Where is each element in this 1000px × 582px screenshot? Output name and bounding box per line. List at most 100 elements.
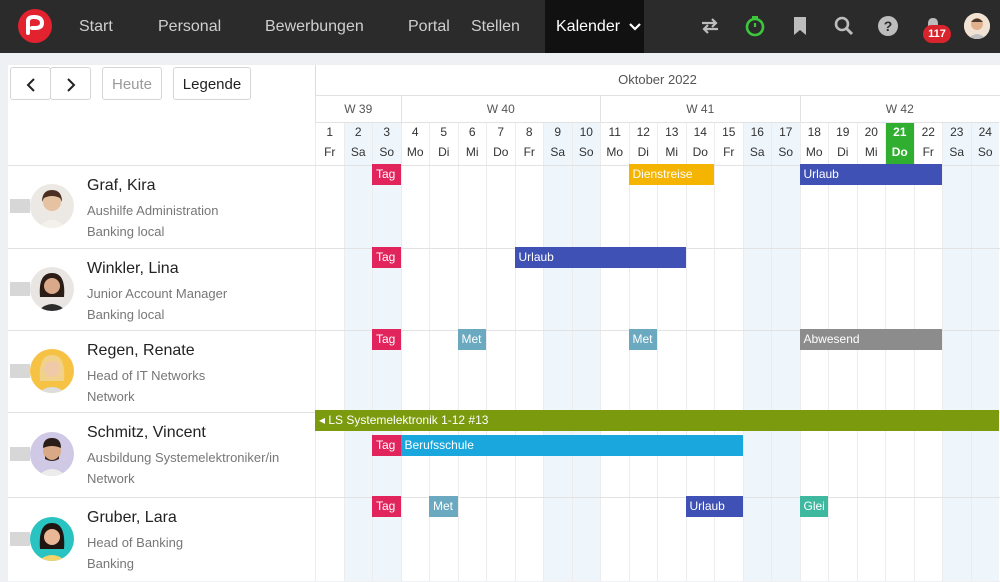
day-name: Fr bbox=[922, 145, 934, 159]
day-column[interactable]: 21 Do bbox=[885, 123, 914, 581]
calendar-event[interactable]: Glei bbox=[799, 496, 828, 517]
nav-kalender[interactable]: Kalender bbox=[545, 0, 644, 53]
day-column[interactable]: 17 So bbox=[771, 123, 800, 581]
employee-row[interactable]: Schmitz, Vincent Ausbildung Systemelektr… bbox=[8, 412, 315, 498]
calendar-event[interactable]: Berufsschule bbox=[400, 435, 743, 456]
day-column[interactable]: 24 So bbox=[970, 123, 999, 581]
day-column[interactable]: 1 Fr bbox=[315, 123, 344, 581]
today-button[interactable]: Heute bbox=[102, 67, 162, 100]
day-number: 11 bbox=[608, 125, 621, 139]
day-name: Fr bbox=[324, 145, 336, 159]
row-separator bbox=[315, 497, 1000, 498]
stopwatch-icon[interactable] bbox=[744, 15, 766, 37]
legend-button[interactable]: Legende bbox=[173, 67, 251, 100]
day-number: 16 bbox=[750, 125, 764, 139]
day-number: 18 bbox=[807, 125, 821, 139]
user-avatar[interactable] bbox=[964, 13, 990, 39]
calendar-event[interactable]: Met bbox=[628, 329, 657, 350]
employee-avatar bbox=[30, 184, 74, 228]
calendar-grid: Oktober 2022 W 39 W 40 W 41 W 42 1 Fr 2 Sa 3 So 4 M… bbox=[315, 65, 1000, 581]
day-column[interactable]: 16 Sa bbox=[742, 123, 771, 581]
employee-row[interactable]: Regen, Renate Head of IT Networks Networ… bbox=[8, 330, 315, 413]
employee-name: Gruber, Lara bbox=[87, 509, 177, 526]
row-handle[interactable] bbox=[10, 282, 30, 296]
employee-location: Banking bbox=[87, 556, 134, 571]
calendar-event[interactable]: Tag bbox=[372, 496, 401, 517]
app-logo[interactable] bbox=[18, 9, 52, 43]
day-name: Fr bbox=[723, 145, 735, 159]
day-name: Fr bbox=[523, 145, 535, 159]
calendar-event[interactable]: ◂ LS Systemelektronik 1-12 #13 bbox=[315, 410, 999, 431]
day-column[interactable]: 22 Fr bbox=[913, 123, 943, 581]
day-name: Sa bbox=[749, 145, 765, 159]
calendar-event[interactable]: Met bbox=[457, 329, 486, 350]
day-column[interactable]: 12 Di bbox=[628, 123, 658, 581]
search-icon[interactable] bbox=[833, 15, 855, 37]
nav-kalender-label: Kalender bbox=[556, 18, 621, 35]
day-number: 15 bbox=[722, 125, 736, 139]
calendar-event[interactable]: Abwesend bbox=[799, 329, 942, 350]
row-handle[interactable] bbox=[10, 199, 30, 213]
day-name: Sa bbox=[550, 145, 566, 159]
day-number: 2 bbox=[354, 125, 362, 139]
day-column[interactable]: 10 So bbox=[571, 123, 600, 581]
bookmark-icon[interactable] bbox=[789, 15, 811, 37]
employee-row[interactable]: Winkler, Lina Junior Account Manager Ban… bbox=[8, 248, 315, 331]
day-column[interactable]: 23 Sa bbox=[942, 123, 971, 581]
week-label: W 42 bbox=[799, 95, 999, 123]
day-column[interactable]: 9 Sa bbox=[543, 123, 572, 581]
calendar-event[interactable]: Tag bbox=[372, 329, 401, 350]
day-number: 4 bbox=[411, 125, 419, 139]
employee-location: Network bbox=[87, 471, 135, 486]
employee-list: Heute Legende Graf, Kira Aushilfe Admini… bbox=[8, 65, 316, 581]
week-label: W 41 bbox=[600, 95, 800, 123]
prev-button[interactable] bbox=[10, 67, 51, 100]
employee-name: Winkler, Lina bbox=[87, 260, 179, 277]
employee-row[interactable]: Graf, Kira Aushilfe Administration Banki… bbox=[8, 165, 315, 249]
week-label: W 39 bbox=[315, 95, 401, 123]
help-icon[interactable]: ? bbox=[877, 15, 899, 37]
nav-bewerbungen[interactable]: Bewerbungen bbox=[265, 0, 364, 53]
day-name: Mo bbox=[606, 145, 624, 159]
employee-location: Banking local bbox=[87, 307, 165, 322]
calendar-event[interactable]: Met bbox=[429, 496, 458, 517]
calendar-event[interactable]: Urlaub bbox=[685, 496, 743, 517]
swap-arrows-icon[interactable] bbox=[699, 15, 721, 37]
employee-name: Graf, Kira bbox=[87, 177, 156, 194]
row-handle[interactable] bbox=[10, 364, 30, 378]
employee-row[interactable]: Gruber, Lara Head of Banking Banking bbox=[8, 497, 315, 582]
day-name: Do bbox=[692, 145, 708, 159]
day-column[interactable]: 20 Mi bbox=[856, 123, 886, 581]
day-name: Mi bbox=[465, 145, 479, 159]
row-handle[interactable] bbox=[10, 532, 30, 546]
top-navigation-bar: Start Personal Bewerbungen Portal Stelle… bbox=[0, 0, 1000, 53]
calendar-event[interactable]: Urlaub bbox=[799, 164, 942, 185]
row-handle[interactable] bbox=[10, 447, 30, 461]
calendar-event[interactable]: Tag bbox=[372, 435, 401, 456]
nav-personal[interactable]: Personal bbox=[158, 0, 221, 53]
day-number: 21 bbox=[893, 125, 907, 139]
day-number: 10 bbox=[579, 125, 593, 139]
next-button[interactable] bbox=[50, 67, 91, 100]
nav-start[interactable]: Start bbox=[79, 0, 113, 53]
day-number: 8 bbox=[525, 125, 533, 139]
calendar-event[interactable]: Urlaub bbox=[514, 247, 686, 268]
day-column[interactable]: 7 Do bbox=[486, 123, 515, 581]
nav-portal[interactable]: Portal bbox=[408, 0, 450, 53]
day-number: 9 bbox=[554, 125, 562, 139]
employee-avatar bbox=[30, 432, 74, 476]
day-column[interactable]: 19 Di bbox=[828, 123, 857, 581]
day-column[interactable]: 13 Mi bbox=[657, 123, 686, 581]
calendar-event[interactable]: Dienstreise bbox=[628, 164, 714, 185]
day-column[interactable]: 8 Fr bbox=[514, 123, 544, 581]
nav-stellen[interactable]: Stellen bbox=[471, 0, 520, 53]
day-number: 24 bbox=[978, 125, 992, 139]
day-column[interactable]: 11 Mo bbox=[600, 123, 629, 581]
day-column[interactable]: 6 Mi bbox=[457, 123, 487, 581]
day-number: 20 bbox=[864, 125, 878, 139]
day-column[interactable]: 2 Sa bbox=[343, 123, 372, 581]
day-name: Do bbox=[891, 145, 908, 159]
calendar-event[interactable]: Tag bbox=[372, 247, 401, 268]
day-column[interactable]: 4 Mo bbox=[400, 123, 430, 581]
calendar-event[interactable]: Tag bbox=[372, 164, 401, 185]
